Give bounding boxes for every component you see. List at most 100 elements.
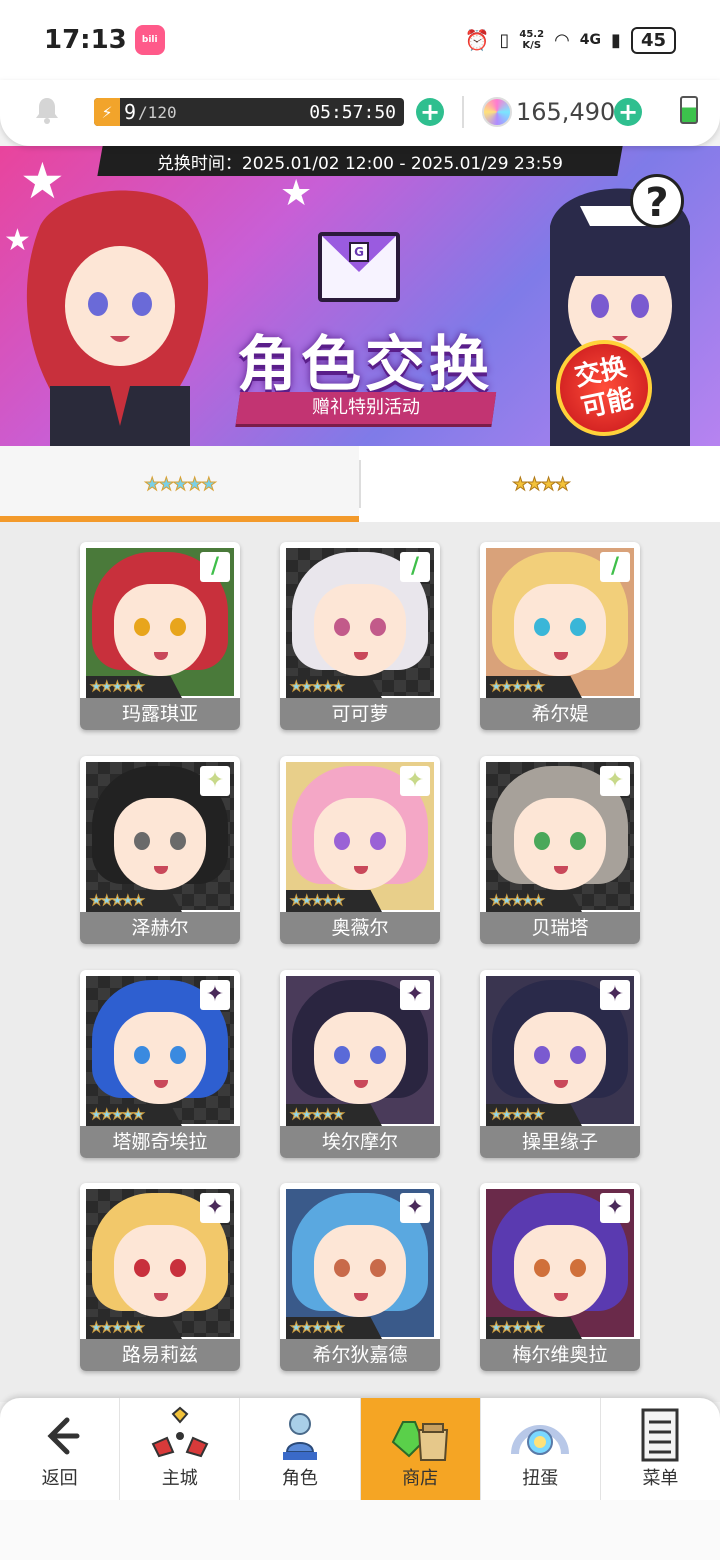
character-name: 路易莉兹	[80, 1339, 240, 1371]
character-card[interactable]: ✦ ★★★★★ 希尔狄嘉德	[280, 1183, 440, 1371]
light-element-icon: ✦	[400, 766, 430, 796]
character-card[interactable]: ✦ ★★★★★ 泽赫尔	[80, 756, 240, 944]
alarm-icon: ⏰	[464, 28, 490, 52]
nav-label: 扭蛋	[522, 1468, 559, 1489]
nav-main-city-button[interactable]: 主城	[119, 1398, 239, 1500]
character-card[interactable]: ✦ ★★★★★ 操里缘子	[480, 970, 640, 1158]
system-status-bar: 17:13 bili ⏰ ▯ 45.2 K/S ◠ 4G ▮ 45	[0, 0, 720, 80]
wifi-icon: ◠	[554, 29, 570, 51]
divider	[462, 96, 464, 128]
character-name: 贝瑞塔	[480, 912, 640, 944]
character-portrait: ✦	[286, 762, 434, 910]
wind-element-icon: /	[400, 552, 430, 582]
nav-label: 商店	[402, 1468, 439, 1489]
bilibili-app-icon: bili	[134, 25, 165, 55]
nav-gacha-button[interactable]: 扭蛋	[479, 1398, 600, 1500]
wind-element-icon: /	[600, 552, 630, 582]
character-name: 玛露琪亚	[80, 698, 240, 730]
character-name: 希尔狄嘉德	[280, 1339, 440, 1371]
character-card[interactable]: / ★★★★★ 玛露琪亚	[80, 542, 240, 730]
character-card[interactable]: ✦ ★★★★★ 塔娜奇埃拉	[80, 970, 240, 1158]
nav-character-button[interactable]: 角色	[239, 1398, 359, 1500]
dark-element-icon: ✦	[600, 980, 630, 1010]
stamina-timer: 05:57:50	[309, 101, 396, 123]
event-banner: ★ ★ ★ 兑换时间：2025.01/02 12:00 - 2025.01/29…	[0, 146, 720, 446]
rarity-stars-icon: ★★★★★	[486, 890, 582, 912]
rarity-stars-icon: ★★★★★	[86, 890, 182, 912]
character-portrait: ✦	[286, 1189, 434, 1337]
character-portrait: ✦	[86, 976, 234, 1124]
add-gems-button[interactable]: +	[614, 98, 642, 126]
dark-element-icon: ✦	[400, 980, 430, 1010]
character-card[interactable]: ✦ ★★★★★ 埃尔摩尔	[280, 970, 440, 1158]
tab-4-star[interactable]: ★★★★	[361, 446, 720, 522]
nav-label: 菜单	[642, 1468, 679, 1489]
light-element-icon: ✦	[600, 766, 630, 796]
nav-shop-button[interactable]: 商店	[359, 1398, 480, 1500]
nav-menu-button[interactable]: 菜单	[599, 1398, 720, 1500]
nav-label: 返回	[41, 1468, 78, 1489]
system-gesture-area	[0, 1500, 720, 1560]
character-portrait: ✦	[86, 1189, 234, 1337]
device-battery-icon	[680, 96, 698, 124]
rarity-stars-icon: ★★★★★	[86, 1104, 182, 1126]
star-decoration-icon: ★	[280, 173, 313, 214]
character-card[interactable]: ✦ ★★★★★ 奥薇尔	[280, 756, 440, 944]
event-title: 角色交换	[237, 330, 493, 400]
rarity-stars-icon: ★★★★★	[486, 1317, 582, 1339]
resource-bar: ⚡ 9 /120 05:57:50 + 165,490 +	[0, 80, 720, 146]
tab-5-star[interactable]: ★★★★★	[0, 446, 359, 522]
nav-back-button[interactable]: 返回	[0, 1398, 119, 1500]
four-star-icon: ★★★★	[512, 473, 572, 495]
rarity-stars-icon: ★★★★★	[486, 676, 582, 698]
character-grid: / ★★★★★ 玛露琪亚 / ★★★★★ 可可萝 / ★★★★★ 希尔媞 ✦ ★★★★★ 泽赫尔 ✦ ★★…	[0, 522, 720, 1402]
character-portrait: ✦	[486, 1189, 634, 1337]
character-name: 可可萝	[280, 698, 440, 730]
character-name: 希尔媞	[480, 698, 640, 730]
dark-element-icon: ✦	[400, 1193, 430, 1223]
bottom-navigation: 返回 主城 角色 商店 扭蛋 菜单	[0, 1398, 720, 1500]
stamina-bar: ⚡ 9 /120 05:57:50	[94, 98, 404, 126]
character-card[interactable]: / ★★★★★ 希尔媞	[480, 542, 640, 730]
character-name: 泽赫尔	[80, 912, 240, 944]
signal-icon: ▮	[611, 29, 621, 51]
add-stamina-button[interactable]: +	[416, 98, 444, 126]
stamina-max: /120	[138, 102, 177, 122]
character-card[interactable]: ✦ ★★★★★ 贝瑞塔	[480, 756, 640, 944]
character-card[interactable]: ✦ ★★★★★ 梅尔维奥拉	[480, 1183, 640, 1371]
character-portrait: ✦	[486, 762, 634, 910]
character-name: 塔娜奇埃拉	[80, 1126, 240, 1158]
character-portrait: /	[86, 548, 234, 696]
gem-icon	[482, 97, 512, 127]
character-portrait: /	[486, 548, 634, 696]
vibrate-icon: ▯	[499, 29, 510, 51]
exchange-period: 兑换时间：2025.01/02 12:00 - 2025.01/29 23:59	[97, 146, 623, 176]
rarity-stars-icon: ★★★★★	[286, 1317, 382, 1339]
dark-element-icon: ✦	[200, 1193, 230, 1223]
battery-indicator: 45	[630, 26, 676, 54]
dark-element-icon: ✦	[200, 980, 230, 1010]
character-card[interactable]: / ★★★★★ 可可萝	[280, 542, 440, 730]
castle-icon	[151, 1406, 209, 1458]
envelope-icon: G	[318, 232, 400, 302]
shop-icon	[391, 1421, 449, 1461]
menu-icon	[641, 1408, 679, 1462]
character-card[interactable]: ✦ ★★★★★ 路易莉兹	[80, 1183, 240, 1371]
character-name: 奥薇尔	[280, 912, 440, 944]
dark-element-icon: ✦	[600, 1193, 630, 1223]
rarity-stars-icon: ★★★★★	[486, 1104, 582, 1126]
bell-icon[interactable]	[34, 96, 60, 124]
help-button[interactable]: ?	[630, 174, 684, 228]
gacha-icon	[511, 1425, 570, 1455]
five-star-icon: ★★★★★	[144, 473, 218, 495]
app-screen: { "status_bar": {"time": "17:13", "app_b…	[0, 0, 720, 1560]
character-portrait: /	[286, 548, 434, 696]
light-element-icon: ✦	[200, 766, 230, 796]
rarity-stars-icon: ★★★★★	[86, 1317, 182, 1339]
lightning-icon: ⚡	[94, 98, 120, 126]
wind-element-icon: /	[200, 552, 230, 582]
back-arrow-icon	[47, 1417, 80, 1455]
stamina-value: 9	[124, 100, 137, 124]
rarity-tabs: ★★★★★ ★★★★	[0, 446, 720, 522]
character-name: 埃尔摩尔	[280, 1126, 440, 1158]
